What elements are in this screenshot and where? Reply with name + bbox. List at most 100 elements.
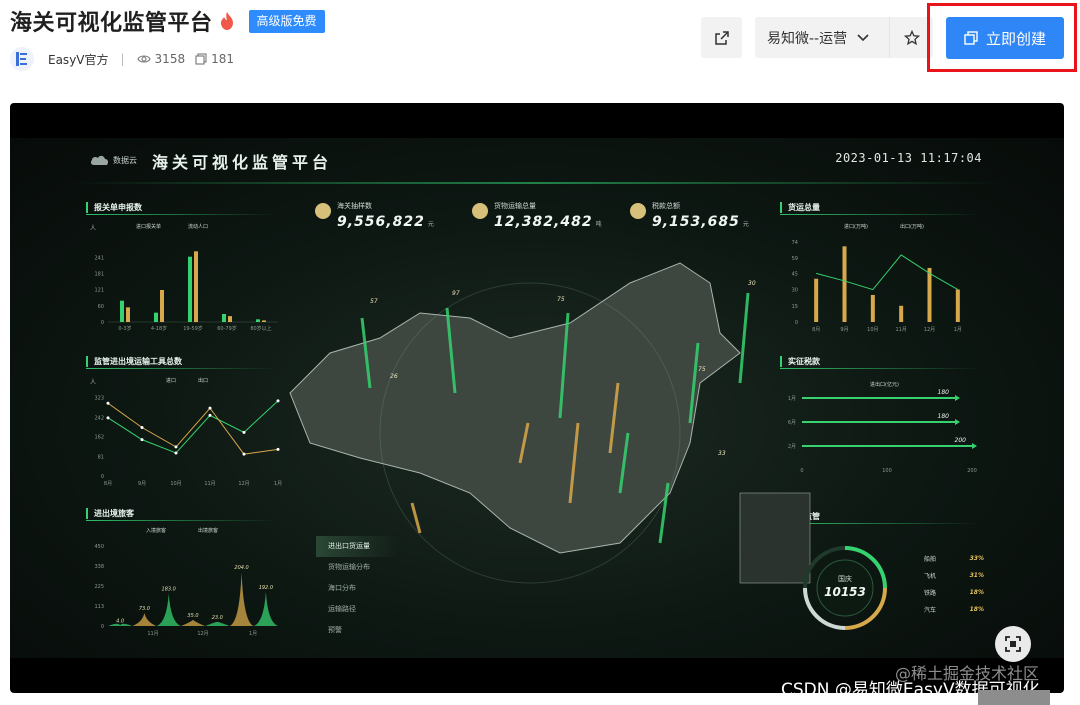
data-point [242, 452, 246, 456]
data-point [106, 401, 110, 405]
dashboard-logo: 数据云 [90, 154, 137, 166]
menu-item-distribution[interactable]: 货物运输分布 [316, 557, 398, 578]
kpi-label: 海关抽样数 [337, 202, 372, 210]
x-tick-label: 8月 [812, 327, 820, 333]
share-button[interactable] [701, 17, 742, 58]
team-select-value: 易知微--运营 [767, 30, 848, 47]
x-tick-label: 11月 [895, 327, 906, 333]
dashboard-screen: 数据云 海关可视化监管平台 2023-01-13 11:17:04 海关抽样数 … [10, 138, 1064, 658]
page-title: 海关可视化监管平台 [10, 11, 213, 36]
star-icon [903, 29, 920, 45]
bar [899, 305, 904, 322]
y-tick-label: 241 [94, 256, 104, 262]
menu-item-routes[interactable]: 运输路径 [316, 599, 398, 620]
panel-underline [780, 368, 980, 369]
legend-row: 飞机 31% [924, 567, 984, 584]
y-tick-label: 323 [94, 396, 104, 402]
kpi-icon [630, 203, 646, 219]
chevron-down-icon [857, 33, 869, 41]
bar [228, 316, 232, 322]
x-tick-label: 4-18岁 [151, 325, 167, 332]
y-tick-label: 0 [795, 320, 798, 326]
copies-value: 181 [211, 52, 234, 66]
menu-item-ports[interactable]: 海口分布 [316, 578, 398, 599]
cloud-icon [90, 155, 109, 165]
data-label: 200 [955, 437, 967, 444]
team-select[interactable]: 易知微--运营 [755, 17, 889, 58]
author-avatar [10, 47, 34, 71]
y-tick-label: 450 [94, 544, 104, 550]
data-point [174, 445, 178, 449]
data-label: 180 [938, 413, 950, 420]
kpi-unit: 元 [742, 221, 749, 228]
author-name[interactable]: EasyV官方 [48, 51, 109, 68]
y-tick-label: 45 [792, 271, 798, 277]
fullscreen-button[interactable] [995, 626, 1031, 662]
data-point [106, 416, 110, 420]
data-point [208, 413, 212, 417]
panel-underline [86, 520, 276, 521]
data-point [140, 438, 144, 442]
map-value-label: 33 [718, 450, 726, 457]
kpi-inspections: 海关抽样数 9,556,822 元 [315, 201, 434, 230]
x-tick-label: 10月 [170, 481, 181, 487]
legend-entry: 进口(万吨) [844, 223, 868, 230]
legend-pct: 18% [969, 606, 984, 613]
meta-row: EasyV官方 | 3158 181 [10, 47, 234, 71]
easyv-logo-icon [16, 52, 27, 66]
data-point [174, 451, 178, 455]
legend-pct: 31% [969, 572, 984, 579]
map-value-label: 57 [370, 298, 378, 305]
area-spike [181, 619, 205, 626]
create-button[interactable]: 立即创建 [946, 17, 1064, 59]
menu-item-freight[interactable]: 进出口货运量 [316, 536, 398, 557]
eye-icon [136, 55, 151, 63]
bar [842, 246, 847, 322]
legend-row: 船舶 33% [924, 550, 984, 567]
bar [256, 319, 260, 322]
corner-tab [978, 690, 1050, 705]
meta-divider: | [120, 52, 125, 66]
map-value-label: 75 [557, 296, 565, 303]
legend-row: 汽车 18% [924, 601, 984, 618]
panel-title-vehicles: 监管进出境运输工具总数 [86, 356, 182, 367]
copies-count: 181 [195, 52, 234, 66]
y-tick-label: 2月 [788, 444, 796, 450]
copy-icon [195, 53, 207, 65]
fullscreen-icon [1005, 636, 1021, 652]
legend-row: 铁路 18% [924, 584, 984, 601]
bar [814, 278, 819, 322]
y-tick-label: 162 [94, 435, 104, 441]
data-label: 204.0 [234, 565, 248, 571]
x-tick-label: 0 [800, 468, 803, 474]
dashboard-logo-text: 数据云 [113, 155, 137, 165]
x-tick-label: 9月 [840, 327, 848, 333]
kpi-value: 12,382,482 [494, 214, 593, 230]
series-line [816, 254, 959, 291]
template-preview: 数据云 海关可视化监管平台 2023-01-13 11:17:04 海关抽样数 … [10, 103, 1064, 693]
title-row: 海关可视化监管平台 高级版免费 [10, 6, 325, 36]
kpi-cargo: 货物运输总量 12,382,482 吨 [472, 201, 602, 230]
data-point [242, 430, 246, 434]
x-tick-label: 60-79岁 [217, 325, 237, 332]
y-tick-label: 0 [101, 320, 104, 326]
area-spike [205, 621, 230, 626]
legend-entry: 流动人口 [188, 223, 208, 230]
menu-item-alerts[interactable]: 预警 [316, 620, 398, 641]
views-count: 3158 [136, 52, 185, 66]
series-line [107, 402, 279, 455]
gauge-label: 国庆 [838, 574, 852, 583]
gauge-value: 10153 [824, 585, 866, 599]
x-tick-label: 12月 [238, 481, 249, 487]
bar [262, 320, 266, 322]
bar [160, 290, 164, 322]
freight-bar-chart: 进口(万吨) 出口(万吨) 0 15 30 45 59 74 8月 9月 10月 11月 12月 1月 [792, 223, 962, 333]
panel-underline [86, 368, 276, 369]
y-axis-label: 人 [90, 379, 96, 386]
bar [120, 300, 124, 322]
create-button-label: 立即创建 [985, 29, 1046, 48]
y-tick-label: 242 [94, 415, 104, 421]
vehicles-line-chart: 人进口 出口0811622423238月 9月 10月 11月 12月 1月 [90, 377, 282, 487]
x-tick-label: 10月 [867, 327, 878, 333]
legend-name: 汽车 [924, 607, 937, 614]
